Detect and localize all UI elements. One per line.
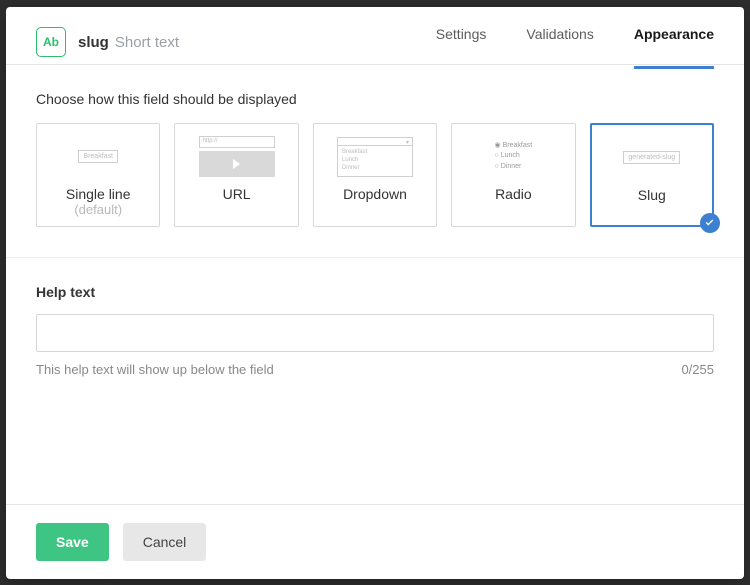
preview-single-line: Breakfast: [45, 134, 151, 180]
help-text-counter: 0/255: [681, 362, 714, 377]
option-label: URL: [223, 186, 251, 203]
field-config-modal: Ab slug Short text Settings Validations …: [6, 7, 744, 579]
tab-validations[interactable]: Validations: [526, 25, 593, 69]
appearance-prompt: Choose how this field should be displaye…: [36, 91, 714, 107]
check-icon: [700, 213, 720, 233]
cancel-button[interactable]: Cancel: [123, 523, 207, 561]
option-label: Slug: [638, 187, 666, 204]
tab-bar: Settings Validations Appearance: [436, 21, 714, 64]
save-button[interactable]: Save: [36, 523, 109, 561]
option-label: Dropdown: [343, 186, 407, 203]
preview-url: http://: [183, 134, 289, 180]
modal-body: Choose how this field should be displaye…: [6, 65, 744, 504]
section-divider: [6, 257, 744, 258]
option-label: Radio: [495, 186, 532, 203]
tab-appearance[interactable]: Appearance: [634, 25, 714, 69]
help-text-label: Help text: [36, 284, 714, 300]
help-text-input[interactable]: [36, 314, 714, 352]
help-text-hint: This help text will show up below the fi…: [36, 362, 274, 377]
modal-footer: Save Cancel: [6, 504, 744, 579]
option-dropdown[interactable]: ▾ Breakfast Lunch Dinner Dropdown: [313, 123, 437, 227]
option-label: Single line: [66, 186, 131, 203]
field-type: Short text: [115, 34, 179, 51]
preview-slug: generated-slug: [600, 135, 704, 181]
option-radio[interactable]: ◉ Breakfast ○ Lunch ○ Dinner Radio: [451, 123, 575, 227]
modal-header: Ab slug Short text Settings Validations …: [6, 7, 744, 65]
chevron-down-icon: ▾: [406, 139, 409, 146]
tab-settings[interactable]: Settings: [436, 25, 487, 69]
option-slug[interactable]: generated-slug Slug: [590, 123, 714, 227]
field-name: slug: [78, 34, 109, 51]
play-icon: [233, 159, 240, 169]
preview-dropdown: ▾ Breakfast Lunch Dinner: [322, 134, 428, 180]
option-url[interactable]: http:// URL: [174, 123, 298, 227]
text-field-icon: Ab: [36, 27, 66, 57]
option-single-line[interactable]: Breakfast Single line (default): [36, 123, 160, 227]
option-sub: (default): [74, 202, 122, 217]
preview-radio: ◉ Breakfast ○ Lunch ○ Dinner: [460, 134, 566, 180]
appearance-options: Breakfast Single line (default) http:// …: [36, 123, 714, 227]
